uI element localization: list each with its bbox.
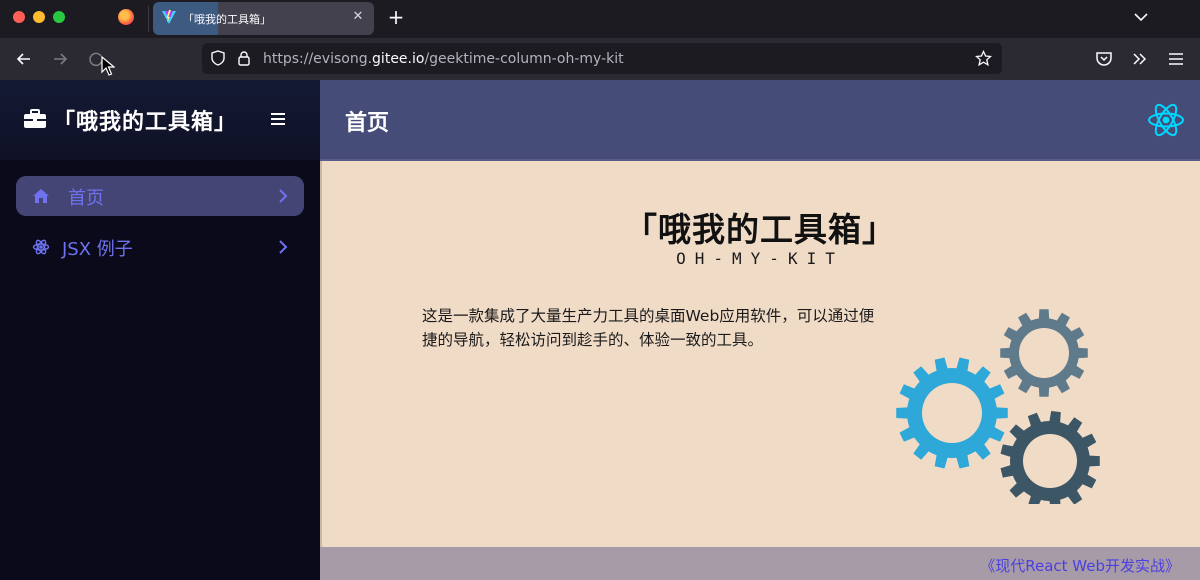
lock-icon[interactable] [236, 50, 252, 66]
home-icon [33, 189, 49, 203]
maximize-window-button[interactable] [53, 11, 65, 23]
browser-tab-active[interactable]: 「哦我的工具箱」 ✕ [153, 2, 374, 35]
hero-title: 「哦我的工具箱」 [624, 210, 896, 249]
browser-tab-bar: 「哦我的工具箱」 ✕ + [0, 0, 1200, 38]
url-text[interactable]: https://evisong.gitee.io/geektime-column… [263, 51, 624, 67]
page-header: 首页 [320, 80, 1200, 161]
main-content: 「哦我的工具箱」 OH-MY-KIT 这是一款集成了大量生产力工具的桌面Web应… [320, 161, 1200, 547]
bookmark-star-icon[interactable] [975, 50, 992, 67]
toolbox-icon [24, 109, 46, 128]
minimize-window-button[interactable] [33, 11, 45, 23]
page-footer: 《现代React Web开发实战》 [320, 547, 1200, 580]
url-domain: gitee.io [372, 51, 425, 67]
shield-icon[interactable] [210, 50, 226, 66]
chevron-right-icon [279, 189, 288, 203]
page-title: 首页 [345, 111, 390, 136]
sidebar-item-jsx-examples[interactable]: JSX 例子 [16, 227, 304, 267]
url-path: /geektime-column-oh-my-kit [424, 51, 624, 67]
sidebar-title: 「哦我的工具箱」 [53, 110, 238, 135]
hero-description: 这是一款集成了大量生产力工具的桌面Web应用软件，可以通过便捷的导航，轻松访问到… [422, 307, 875, 349]
gear-blue-icon [896, 357, 1008, 469]
app-root: 「哦我的工具箱」 首页 JSX 例子 首页 「哦我的工具箱」 OH-MY-KIT… [0, 80, 1200, 580]
browser-toolbar: https://evisong.gitee.io/geektime-column… [0, 38, 1200, 80]
react-logo-icon [1148, 103, 1184, 137]
sidebar-item-label: 首页 [68, 188, 104, 209]
footer-book-link[interactable]: 《现代React Web开发实战》 [980, 555, 1180, 576]
new-tab-button[interactable]: + [386, 6, 406, 28]
tab-title: 「哦我的工具箱」 [183, 13, 271, 26]
hero-subtitle: OH-MY-KIT [676, 249, 844, 268]
sidebar-header: 「哦我的工具箱」 [0, 80, 320, 160]
chevrons-right-icon[interactable] [1130, 49, 1150, 69]
gear-gray-icon [1000, 309, 1088, 397]
chevron-right-icon [279, 240, 288, 254]
hamburger-menu-icon[interactable] [1166, 49, 1186, 69]
gears-illustration [896, 309, 1100, 504]
tab-divider [148, 6, 149, 32]
react-atom-icon [32, 239, 50, 255]
chevron-down-icon[interactable] [1132, 8, 1150, 26]
gear-dark-icon [1000, 411, 1100, 504]
close-tab-icon[interactable]: ✕ [350, 9, 366, 25]
close-window-button[interactable] [13, 11, 25, 23]
address-bar[interactable]: https://evisong.gitee.io/geektime-column… [202, 43, 1002, 74]
url-prefix: https://evisong. [263, 51, 373, 67]
vite-favicon-icon [162, 10, 176, 24]
pocket-icon[interactable] [1094, 49, 1114, 69]
forward-arrow-icon[interactable] [50, 49, 70, 69]
menu-toggle-icon[interactable] [268, 110, 288, 128]
sidebar-item-label: JSX 例子 [62, 239, 133, 260]
firefox-icon[interactable] [118, 9, 134, 25]
sidebar-item-home[interactable]: 首页 [16, 176, 304, 216]
back-arrow-icon[interactable] [14, 49, 34, 69]
sidebar: 「哦我的工具箱」 首页 JSX 例子 [0, 80, 320, 580]
mouse-cursor-icon [101, 56, 115, 76]
